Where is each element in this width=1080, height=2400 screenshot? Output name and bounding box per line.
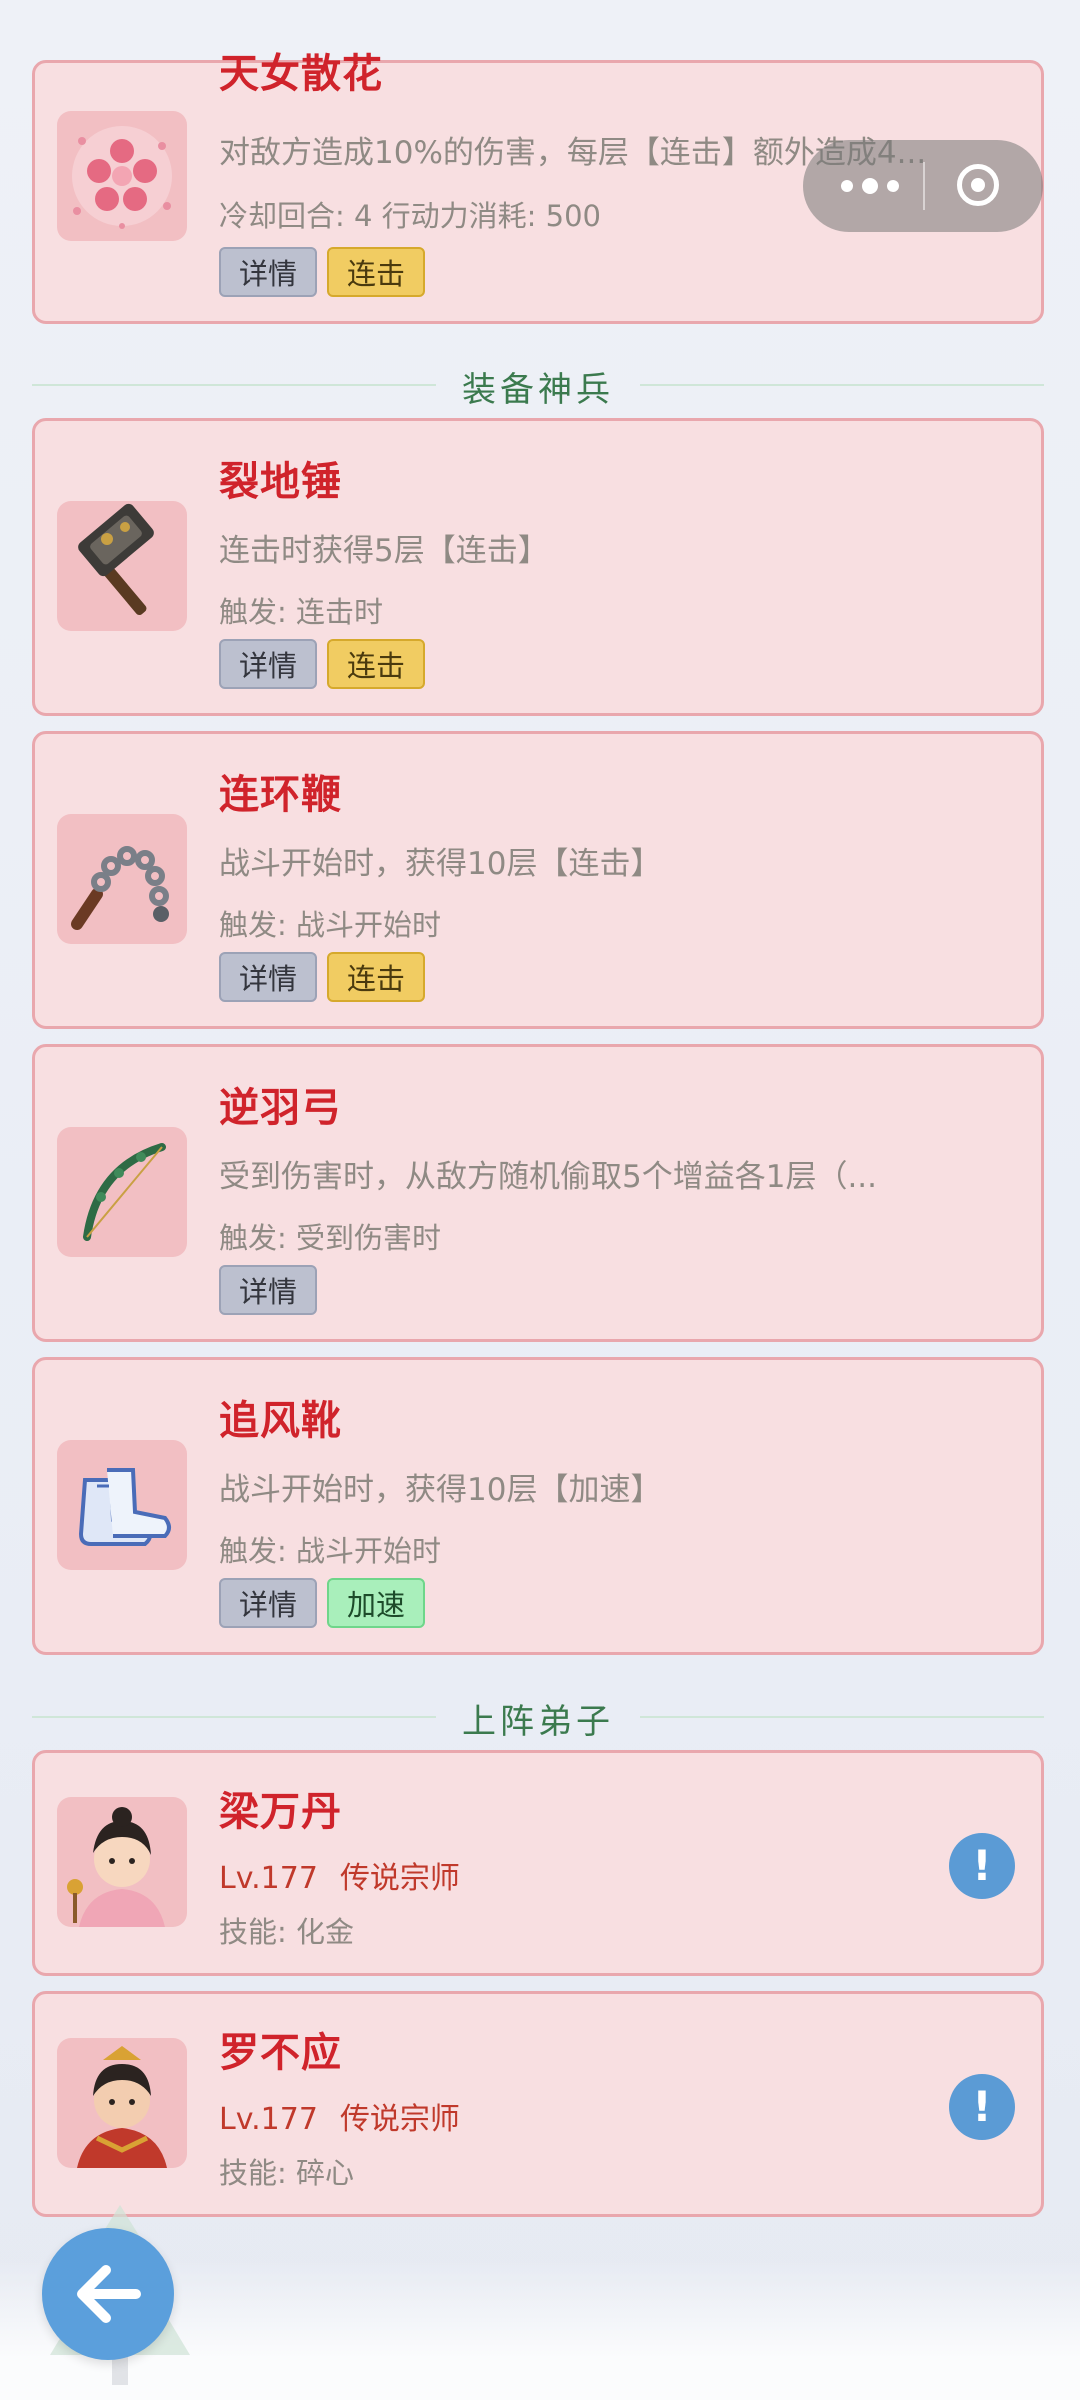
equipment-trigger: 触发: 战斗开始时 (219, 908, 441, 942)
equipment-trigger: 触发: 连击时 (219, 595, 383, 629)
details-button[interactable]: 详情 (219, 952, 318, 1002)
level-text: Lv.177 (219, 1861, 318, 1896)
disciple-level: Lv.177 传说宗师 (219, 1853, 482, 1897)
equipment-card[interactable]: 逆羽弓 受到伤害时，从敌方随机偷取5个增益各1层（... 触发: 受到伤害时 详… (32, 1044, 1044, 1342)
disciple-level: Lv.177 传说宗师 (219, 2094, 482, 2138)
disciple-skill: 技能: 化金 (219, 1915, 354, 1949)
bow-icon (57, 1127, 187, 1257)
equipment-tags: 详情 加速 (219, 1578, 426, 1628)
chain-whip-icon (57, 814, 187, 944)
details-button[interactable]: 详情 (219, 247, 318, 297)
section-title: 上阵弟子 (462, 1702, 614, 1742)
disciple-skill: 技能: 碎心 (219, 2156, 354, 2190)
boots-icon (57, 1440, 187, 1570)
close-miniprogram-icon[interactable] (957, 164, 999, 206)
arrow-left-icon (77, 2265, 141, 2323)
equipment-trigger: 触发: 受到伤害时 (219, 1221, 441, 1255)
skill-name: 天女散花 (219, 51, 383, 97)
disciple-avatar (57, 2038, 187, 2168)
equipment-tags: 详情 (219, 1265, 318, 1315)
disciple-name: 梁万丹 (219, 1789, 342, 1835)
disciple-name: 罗不应 (219, 2030, 342, 2076)
equipment-description: 受到伤害时，从敌方随机偷取5个增益各1层（... (219, 1159, 878, 1195)
equipment-card[interactable]: 裂地锤 连击时获得5层【连击】 触发: 连击时 详情 连击 (32, 418, 1044, 716)
skill-tags: 详情 连击 (219, 247, 426, 297)
combo-tag[interactable]: 连击 (327, 952, 426, 1002)
capsule-divider (923, 162, 925, 210)
rank-text: 传说宗师 (339, 1861, 460, 1896)
info-alert-icon[interactable]: ! (949, 1833, 1015, 1899)
disciple-avatar (57, 1797, 187, 1927)
combo-tag[interactable]: 连击 (327, 247, 426, 297)
section-disciples: 上阵弟子 (32, 1686, 1044, 1746)
equipment-name: 追风靴 (219, 1398, 342, 1444)
equipment-tags: 详情 连击 (219, 952, 426, 1002)
flower-skill-icon (57, 111, 187, 241)
rank-text: 传说宗师 (339, 2102, 460, 2137)
equipment-card[interactable]: 追风靴 战斗开始时，获得10层【加速】 触发: 战斗开始时 详情 加速 (32, 1357, 1044, 1655)
equipment-name: 裂地锤 (219, 459, 342, 505)
equipment-description: 战斗开始时，获得10层【连击】 (219, 846, 662, 882)
miniprogram-capsule (803, 140, 1043, 232)
details-button[interactable]: 详情 (219, 1265, 318, 1315)
back-button[interactable] (42, 2228, 174, 2360)
equipment-description: 战斗开始时，获得10层【加速】 (219, 1472, 662, 1508)
disciple-card[interactable]: 梁万丹 Lv.177 传说宗师 技能: 化金 ! (32, 1750, 1044, 1976)
speed-tag[interactable]: 加速 (327, 1578, 426, 1628)
info-alert-icon[interactable]: ! (949, 2074, 1015, 2140)
equipment-name: 逆羽弓 (219, 1085, 342, 1131)
disciple-card[interactable]: 罗不应 Lv.177 传说宗师 技能: 碎心 ! (32, 1991, 1044, 2217)
equipment-name: 连环鞭 (219, 772, 342, 818)
equipment-tags: 详情 连击 (219, 639, 426, 689)
more-icon[interactable] (835, 170, 905, 202)
combo-tag[interactable]: 连击 (327, 639, 426, 689)
hammer-icon (57, 501, 187, 631)
level-text: Lv.177 (219, 2102, 318, 2137)
equipment-card[interactable]: 连环鞭 战斗开始时，获得10层【连击】 触发: 战斗开始时 详情 连击 (32, 731, 1044, 1029)
section-title: 装备神兵 (462, 370, 614, 410)
equipment-description: 连击时获得5层【连击】 (219, 533, 549, 569)
equipment-trigger: 触发: 战斗开始时 (219, 1534, 441, 1568)
skill-cost: 冷却回合: 4 行动力消耗: 500 (219, 199, 601, 233)
details-button[interactable]: 详情 (219, 1578, 318, 1628)
section-equipment: 装备神兵 (32, 354, 1044, 414)
details-button[interactable]: 详情 (219, 639, 318, 689)
